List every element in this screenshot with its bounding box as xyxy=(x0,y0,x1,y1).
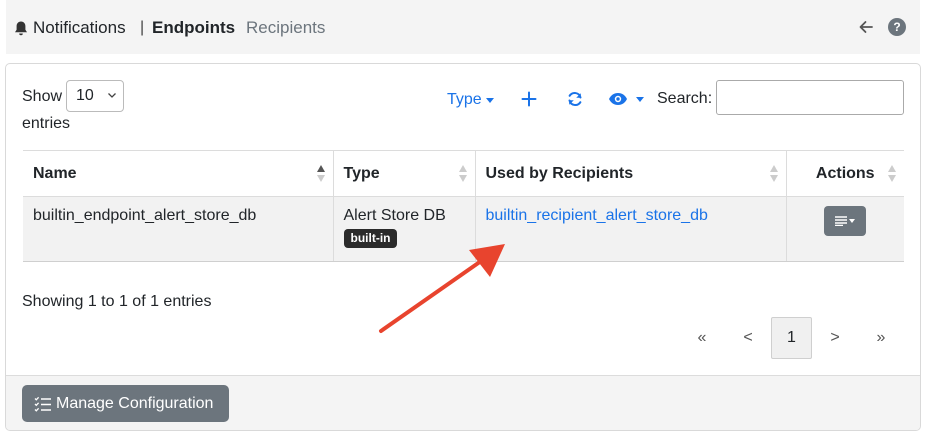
page-length-value: 10 xyxy=(76,87,94,104)
sort-icon xyxy=(316,165,325,183)
entries-label: entries xyxy=(22,115,71,132)
cell-used-by: builtin_recipient_alert_store_db xyxy=(474,196,786,262)
type-value: Alert Store DB xyxy=(343,207,446,224)
caret-down-icon xyxy=(849,219,856,223)
page-prev-button[interactable]: < xyxy=(725,317,771,359)
sort-icon xyxy=(769,165,778,183)
show-label: Show xyxy=(22,88,63,105)
header-bar: Notifications | Endpoints Recipients ? xyxy=(6,0,920,54)
column-header-label: Used by Recipients xyxy=(485,164,634,182)
endpoints-table: Name Type Used by Recipients Actions bui… xyxy=(23,150,904,262)
cell-type: Alert Store DB built-in xyxy=(332,196,475,262)
column-header-label: Actions xyxy=(815,164,875,182)
bell-icon xyxy=(15,21,27,35)
cell-actions xyxy=(785,196,904,262)
column-header-name[interactable]: Name xyxy=(23,150,333,197)
column-visibility-dropdown[interactable] xyxy=(608,91,646,107)
row-actions-button[interactable] xyxy=(824,206,867,236)
page-length-select[interactable]: 10 xyxy=(66,80,124,112)
arrow-left-icon[interactable] xyxy=(857,18,875,36)
chevron-down-icon xyxy=(108,93,116,98)
page-first-button[interactable]: « xyxy=(679,317,725,359)
column-header-actions[interactable]: Actions xyxy=(785,150,904,197)
column-header-label: Name xyxy=(33,164,77,182)
search-input[interactable] xyxy=(716,80,904,115)
manage-configuration-button[interactable]: Manage Configuration xyxy=(22,385,229,422)
caret-down-icon xyxy=(636,96,644,102)
recipient-link[interactable]: builtin_recipient_alert_store_db xyxy=(486,207,708,224)
sort-icon xyxy=(888,165,896,183)
sort-icon xyxy=(458,165,467,183)
builtin-badge: built-in xyxy=(343,229,398,248)
cell-name: builtin_endpoint_alert_store_db xyxy=(23,196,333,262)
search-label: Search: xyxy=(657,90,713,107)
page-current-button[interactable]: 1 xyxy=(771,317,812,359)
list-icon xyxy=(835,216,848,226)
table-info: Showing 1 to 1 of 1 entries xyxy=(22,293,212,310)
pagination: « < 1 > » xyxy=(679,317,904,359)
page-last-button[interactable]: » xyxy=(858,317,904,359)
type-filter-dropdown[interactable]: Type xyxy=(447,91,494,109)
type-filter-label: Type xyxy=(447,91,482,108)
breadcrumb-notifications[interactable]: Notifications xyxy=(13,17,126,39)
caret-down-icon xyxy=(485,97,494,103)
column-header-used-by[interactable]: Used by Recipients xyxy=(474,150,786,197)
table-row: builtin_endpoint_alert_store_db Alert St… xyxy=(23,196,904,262)
breadcrumb-notifications-label: Notifications xyxy=(33,18,126,37)
table-header-row: Name Type Used by Recipients Actions xyxy=(23,150,904,197)
card-footer: Manage Configuration xyxy=(6,375,920,430)
endpoints-card: Show 10 entries Type Search: Name Type U… xyxy=(5,63,921,431)
column-header-label: Type xyxy=(343,164,380,182)
checklist-icon xyxy=(34,396,51,412)
column-header-type[interactable]: Type xyxy=(332,150,475,197)
breadcrumb-endpoints[interactable]: Endpoints xyxy=(152,17,235,39)
eye-icon xyxy=(609,93,627,105)
breadcrumb-separator: | xyxy=(140,19,145,36)
manage-configuration-label: Manage Configuration xyxy=(56,394,214,412)
question-circle-icon[interactable]: ? xyxy=(888,18,906,36)
refresh-icon[interactable] xyxy=(566,90,584,108)
plus-icon[interactable] xyxy=(521,91,537,107)
breadcrumb-recipients[interactable]: Recipients xyxy=(246,17,325,39)
page-next-button[interactable]: > xyxy=(812,317,858,359)
